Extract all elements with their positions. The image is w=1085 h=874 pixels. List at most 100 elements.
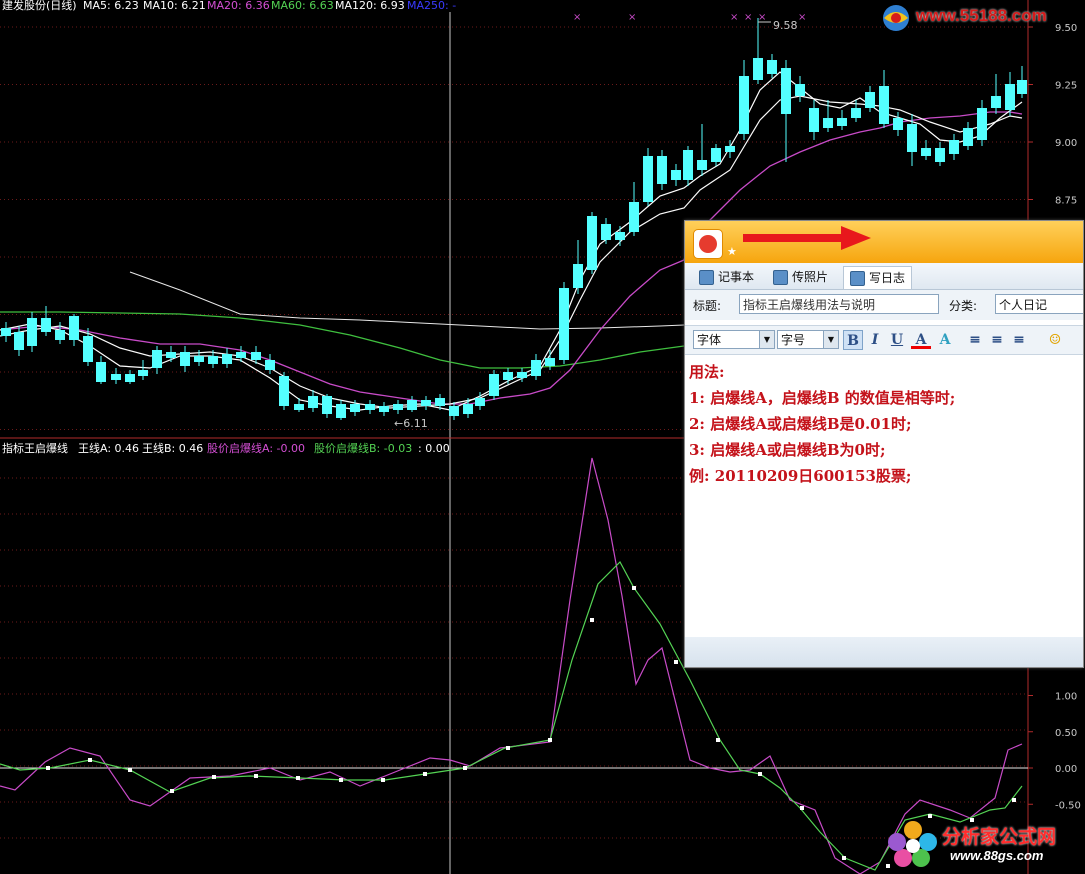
candle	[921, 140, 931, 160]
candle	[393, 400, 403, 414]
tab-upload-photo[interactable]: 传照片	[773, 266, 828, 288]
red-arrow-icon	[743, 226, 871, 250]
candle	[111, 368, 121, 384]
stock-title: 建发股份(日线)	[2, 0, 77, 12]
chevron-down-icon: ▼	[759, 331, 774, 348]
diary-editor[interactable]: 用法: 1: 启爆线A，启爆线B 的数值是相等时; 2: 启爆线A或启爆线B是0…	[685, 355, 1083, 637]
popup-footer	[685, 637, 1083, 667]
ma250-label: MA250: -	[407, 0, 456, 12]
trigger-line-a: 股价启爆线A: -0.00	[207, 441, 305, 455]
font-color-icon[interactable]: A	[911, 330, 931, 350]
title-label: 标题:	[693, 299, 722, 313]
star-icon: ★	[727, 245, 737, 258]
low-price-label: ←6.11	[394, 417, 428, 430]
tab-notepad[interactable]: 记事本	[699, 266, 754, 288]
candle	[27, 312, 37, 352]
candle	[671, 164, 681, 186]
bold-button[interactable]: B	[843, 330, 863, 350]
candle	[837, 110, 847, 130]
emoticon-icon[interactable]: ☺	[1045, 330, 1065, 350]
globe-logo-icon	[883, 5, 909, 31]
indicator-tick-label: 0.00	[1055, 764, 1077, 775]
ma60-label: MA60: 6.63	[271, 0, 334, 12]
ma10-label: MA10: 6.21	[143, 0, 206, 12]
candle	[96, 356, 106, 384]
candle	[365, 400, 375, 414]
candle	[725, 140, 735, 158]
candle	[767, 54, 777, 78]
indicator-marker	[506, 746, 510, 750]
ma120-label: MA120: 6.93	[335, 0, 405, 12]
underline-button[interactable]: U	[887, 330, 907, 350]
title-input[interactable]: 指标王启爆线用法与说明	[739, 294, 939, 314]
tab-write-log[interactable]: 写日志	[843, 266, 913, 289]
wang-line-a: 王线A: 0.46	[78, 441, 139, 455]
candle	[657, 150, 667, 190]
candle	[697, 124, 707, 176]
candle	[683, 146, 693, 186]
svg-text:×: ×	[744, 12, 752, 23]
indicator-tick-label: -0.50	[1055, 800, 1081, 811]
site-watermark-text: www.55188.com	[916, 6, 1047, 25]
usage-line-1: 1: 启爆线A，启爆线B 的数值是相等时;	[689, 389, 956, 407]
candle	[503, 368, 513, 384]
candle	[573, 240, 583, 294]
highlight-icon[interactable]: A	[935, 330, 955, 350]
category-select[interactable]: 个人日记	[995, 294, 1083, 314]
candle	[587, 212, 597, 274]
brand-url: www.88gs.com	[950, 848, 1044, 863]
indicator-marker	[339, 778, 343, 782]
site-watermark: www.55188.com	[880, 2, 1078, 34]
candle	[1, 322, 11, 342]
candle	[1005, 72, 1015, 116]
candle	[489, 370, 499, 400]
indicator-marker	[1012, 798, 1016, 802]
indicator-marker	[758, 772, 762, 776]
candle	[977, 100, 987, 146]
indicator-marker	[423, 772, 427, 776]
candle	[991, 74, 1001, 114]
font-family-select[interactable]: 字体 ▼	[693, 330, 775, 349]
candle	[893, 112, 903, 136]
indicator-marker	[212, 775, 216, 779]
candle	[55, 322, 65, 344]
candle	[753, 18, 763, 84]
indicator-marker	[716, 738, 720, 742]
svg-text:×: ×	[758, 12, 766, 23]
header-legend: 建发股份(日线) MA5: 6.23 MA10: 6.21 MA20: 6.36…	[2, 0, 456, 12]
candle	[69, 314, 79, 346]
trigger-line-b: 股价启爆线B: -0.03	[314, 441, 412, 455]
align-center-icon[interactable]: ≡	[987, 330, 1007, 350]
indicator-marker	[128, 768, 132, 772]
pencil-icon	[850, 271, 865, 286]
align-left-icon[interactable]: ≡	[965, 330, 985, 350]
candle	[14, 326, 24, 356]
candle	[809, 100, 819, 140]
candle	[407, 396, 417, 412]
photo-icon	[773, 270, 788, 285]
candle	[336, 400, 346, 420]
candle	[279, 372, 289, 410]
svg-text:×: ×	[798, 12, 806, 23]
candle	[601, 218, 611, 244]
candle	[308, 390, 318, 412]
title-row: 标题: 指标王启爆线用法与说明 分类: 个人日记	[685, 290, 1083, 320]
brand-name: 分析家公式网	[942, 826, 1057, 848]
indicator-marker	[381, 778, 385, 782]
align-right-icon[interactable]: ≡	[1009, 330, 1029, 350]
candle	[629, 182, 639, 236]
usage-line-2: 2: 启爆线A或启爆线B是0.01时;	[689, 415, 912, 433]
indicator-marker	[170, 789, 174, 793]
ma20-label: MA20: 6.36	[207, 0, 270, 12]
chevron-down-icon: ▼	[823, 331, 838, 348]
indicator-marker	[88, 758, 92, 762]
example-line: 例: 20110209日600153股票;	[689, 467, 912, 485]
font-size-select[interactable]: 字号 ▼	[777, 330, 839, 349]
notepad-icon	[699, 270, 714, 285]
candle	[1017, 66, 1027, 98]
usage-heading: 用法:	[689, 363, 725, 381]
candle	[935, 142, 945, 166]
avatar[interactable]	[693, 229, 723, 259]
italic-button[interactable]: I	[865, 330, 885, 350]
indicator-marker	[548, 738, 552, 742]
